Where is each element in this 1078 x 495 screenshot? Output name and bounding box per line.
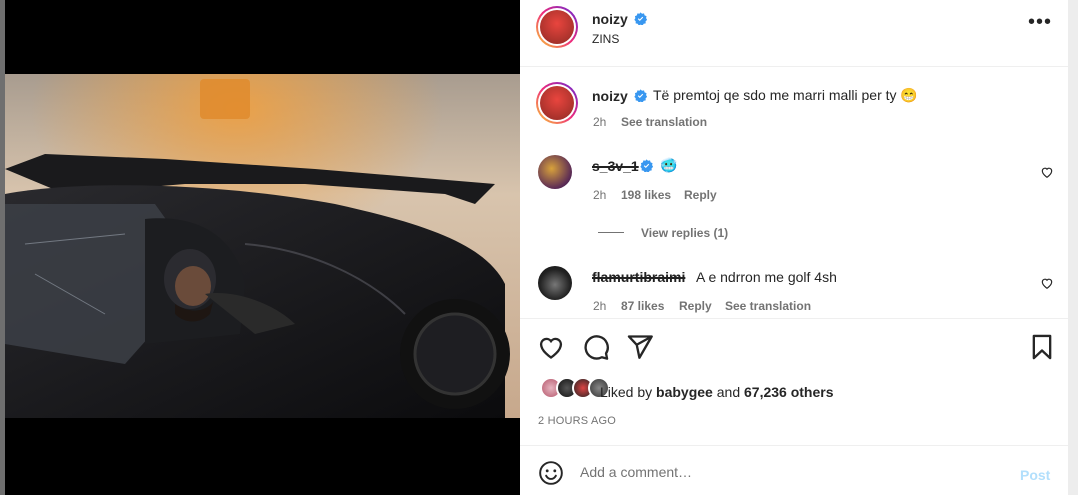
liked-by-connector: and (712, 384, 744, 400)
save-bookmark-icon[interactable] (1028, 333, 1056, 361)
like-comment-heart-icon[interactable] (1040, 165, 1054, 179)
post-comment-button[interactable]: Post (1020, 467, 1050, 483)
liked-by-prefix: Liked by (600, 384, 657, 400)
see-translation-link[interactable]: See translation (621, 115, 707, 129)
comment-text: A e ndrron me golf 4sh (696, 269, 837, 285)
author-story-ring[interactable] (536, 6, 578, 48)
comment-likes-count[interactable]: 198 likes (621, 188, 671, 202)
like-comment-heart-icon[interactable] (1040, 276, 1054, 290)
liked-by-user[interactable]: babygee (656, 384, 713, 400)
view-replies-line (598, 232, 624, 233)
reply-button[interactable]: Reply (679, 299, 712, 313)
verified-badge-icon (634, 12, 647, 25)
post-location[interactable]: ZINS (592, 32, 619, 46)
caption-time[interactable]: 2h (593, 115, 606, 129)
post-header: noizy ZINS ••• (520, 0, 1068, 67)
photo-car-image (5, 74, 520, 418)
caption-avatar[interactable] (540, 86, 574, 120)
post-actions-section: Liked by babygee and 67,236 others 2 HOU… (520, 318, 1068, 446)
comment-username[interactable]: s_3v_1 (592, 158, 639, 174)
liked-by-others[interactable]: 67,236 others (744, 384, 834, 400)
view-replies-button[interactable]: View replies (1) (641, 226, 728, 240)
caption-avatar-ring[interactable] (536, 82, 578, 124)
comment-avatar[interactable] (538, 266, 572, 300)
verified-badge-icon (640, 159, 653, 172)
caption-username[interactable]: noizy (592, 88, 628, 104)
author-username[interactable]: noizy (592, 11, 628, 27)
liked-by-text[interactable]: Liked by babygee and 67,236 others (600, 384, 834, 400)
emoji-picker-icon[interactable] (538, 460, 564, 486)
comment-likes-count[interactable]: 87 likes (621, 299, 664, 313)
comment-bubble-icon[interactable] (582, 333, 610, 361)
share-paper-plane-icon[interactable] (626, 333, 654, 361)
post-timestamp[interactable]: 2 HOURS AGO (538, 415, 616, 427)
comment-time[interactable]: 2h (593, 299, 606, 313)
more-options-icon[interactable]: ••• (1028, 12, 1052, 36)
comment-avatar[interactable] (538, 155, 572, 189)
add-comment-bar: Post (520, 447, 1068, 495)
add-comment-input[interactable] (580, 462, 980, 482)
page-background-strip (1068, 0, 1078, 495)
comment-text: 🥶 (660, 157, 678, 173)
see-translation-link[interactable]: See translation (725, 299, 811, 313)
reply-button[interactable]: Reply (684, 188, 717, 202)
post-photo (5, 74, 520, 418)
author-avatar[interactable] (540, 10, 574, 44)
verified-badge-icon (634, 89, 647, 102)
post-media[interactable] (5, 0, 520, 495)
comment-time[interactable]: 2h (593, 188, 606, 202)
post-details-panel: noizy ZINS ••• noizy Të premtoj qe sdo m… (520, 0, 1068, 495)
caption-text: Të premtoj qe sdo me marri malli per ty … (653, 87, 918, 103)
like-heart-icon[interactable] (537, 333, 565, 361)
comment-username[interactable]: flamurtibraimi (592, 269, 685, 285)
post-modal: noizy ZINS ••• noizy Të premtoj qe sdo m… (0, 0, 1078, 495)
